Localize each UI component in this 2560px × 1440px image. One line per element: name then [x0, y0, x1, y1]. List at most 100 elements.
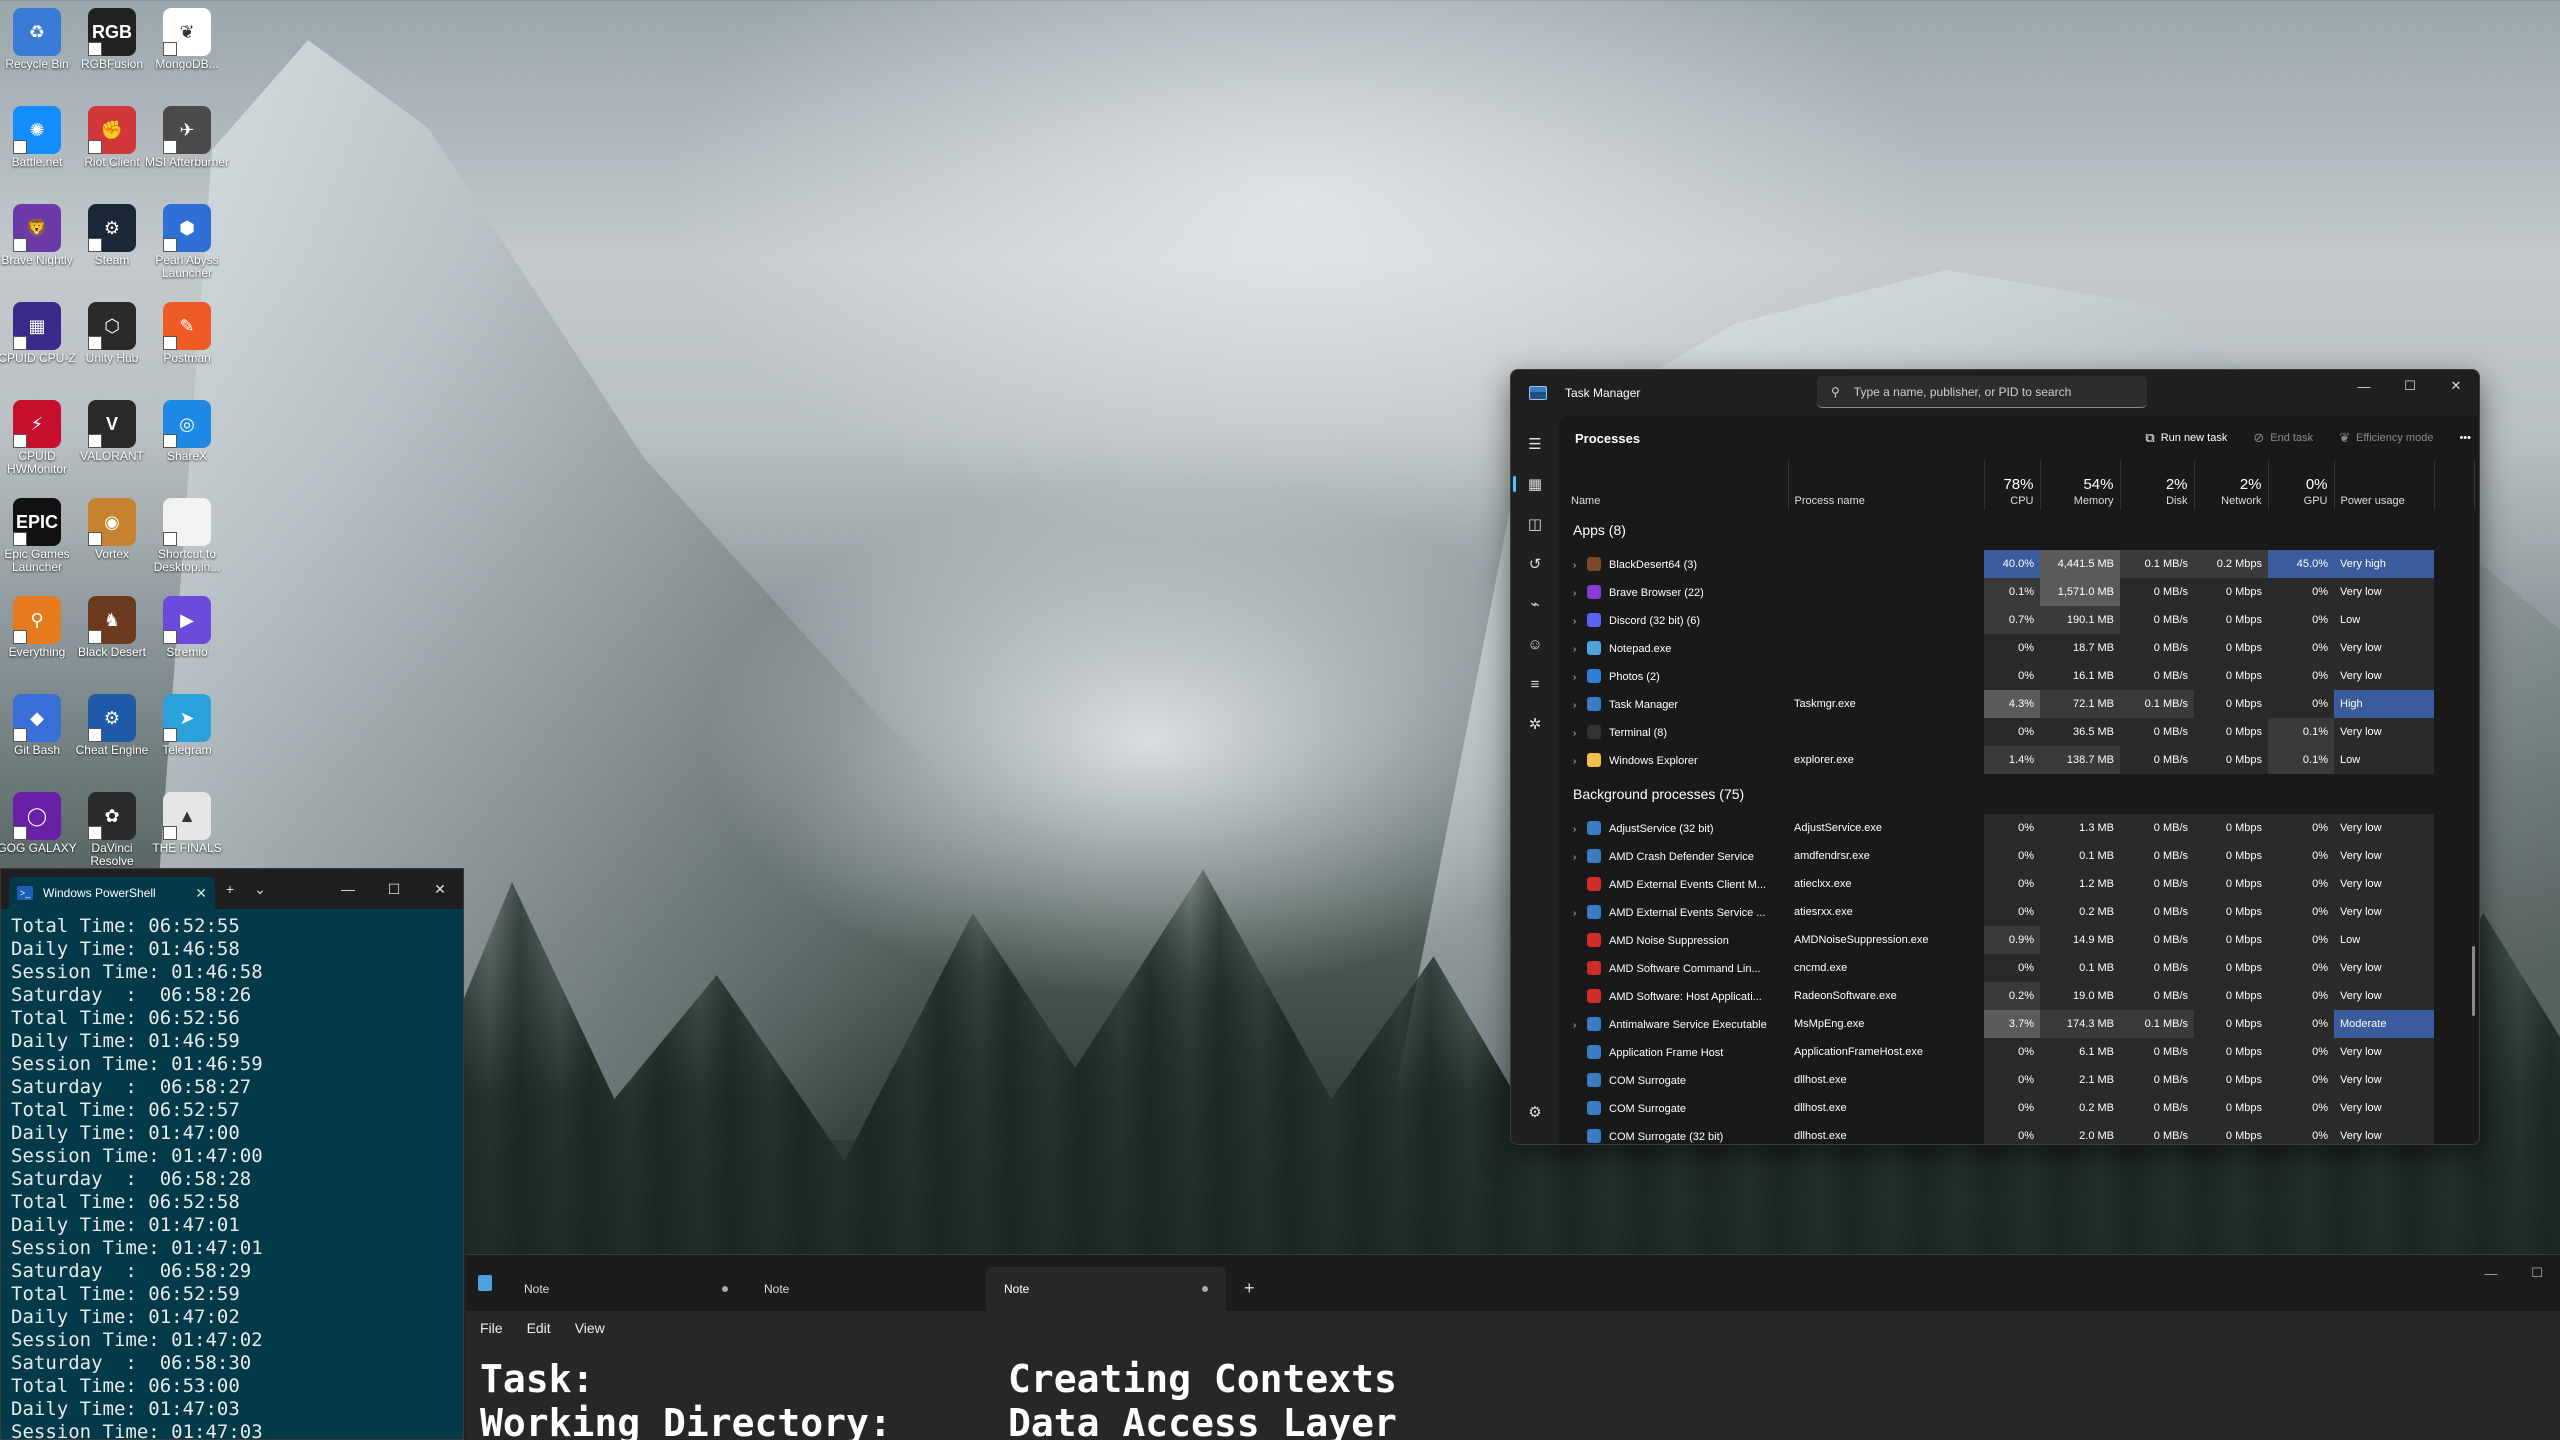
process-row[interactable]: AMD Software: Host Applicati... RadeonSof… — [1565, 982, 2474, 1010]
chevron-right-icon[interactable]: › — [1573, 756, 1587, 767]
startup-apps-icon[interactable]: ⌁ — [1517, 584, 1553, 624]
new-tab-button[interactable]: + — [1226, 1278, 1273, 1311]
chevron-right-icon[interactable]: › — [1573, 616, 1587, 627]
details-icon[interactable]: ≡ — [1517, 664, 1553, 704]
chevron-right-icon[interactable]: › — [1573, 588, 1587, 599]
desktop-shortcut[interactable]: ▶ Stremio — [144, 592, 230, 659]
process-row[interactable]: AMD Noise Suppression AMDNoiseSuppression… — [1565, 926, 2474, 954]
process-row[interactable]: › Photos (2) 0% 16.1 MB 0 MB/s 0 Mbps 0% Very l… — [1565, 662, 2474, 690]
desktop-shortcut[interactable]: ✎ Postman — [144, 298, 230, 365]
chevron-right-icon[interactable]: › — [1573, 1020, 1587, 1031]
powershell-window[interactable]: >_ Windows PowerShell ✕ + ⌄ — ☐ ✕ Total … — [0, 868, 464, 1440]
maximize-button[interactable]: ☐ — [2387, 370, 2433, 402]
process-row[interactable]: COM Surrogate (32 bit) dllhost.exe 0% 2.0 M… — [1565, 1122, 2474, 1144]
chevron-right-icon[interactable]: › — [1573, 560, 1587, 571]
close-tab-icon[interactable]: ✕ — [195, 885, 207, 902]
task-manager-titlebar[interactable]: Task Manager ⚲ Type a name, publisher, o… — [1511, 370, 2479, 416]
desktop-shortcut[interactable]: ⚙ Cheat Engine — [69, 690, 155, 757]
chevron-down-icon[interactable]: ⌄ — [245, 881, 275, 898]
process-row[interactable]: › Discord (32 bit) (6) 0.7% 190.1 MB 0 MB/s 0… — [1565, 606, 2474, 634]
desktop-shortcut[interactable]: ♞ Black Desert — [69, 592, 155, 659]
search-input[interactable]: ⚲ Type a name, publisher, or PID to sear… — [1817, 376, 2147, 408]
menu-edit[interactable]: Edit — [527, 1320, 551, 1336]
desktop-shortcut[interactable]: ♻ Recycle Bin — [0, 4, 80, 71]
maximize-button[interactable]: ☐ — [2514, 1255, 2560, 1291]
process-row[interactable]: AMD Software Command Lin... cncmd.exe 0% 0.… — [1565, 954, 2474, 982]
column-cpu[interactable]: 78% CPU — [1984, 460, 2041, 510]
more-options-icon[interactable]: ••• — [2459, 432, 2471, 444]
desktop-shortcut[interactable]: ✈ MSI Afterburner — [144, 102, 230, 169]
process-row[interactable]: › Windows Explorer explorer.exe 1.4% 138.7 M… — [1565, 746, 2474, 774]
desktop-shortcut[interactable]: 🦁 Brave Nightly — [0, 200, 80, 267]
desktop-shortcut[interactable]: ◎ ShareX — [144, 396, 230, 463]
process-row[interactable]: › AMD External Events Service ... atiesrxx… — [1565, 898, 2474, 926]
menu-file[interactable]: File — [480, 1320, 503, 1336]
desktop-shortcut[interactable]: ✺ Battle.net — [0, 102, 80, 169]
desktop-shortcut[interactable]: ⚲ Everything — [0, 592, 80, 659]
tab-powershell[interactable]: >_ Windows PowerShell ✕ — [9, 877, 215, 909]
minimize-button[interactable]: — — [2341, 370, 2387, 402]
notepad-editor[interactable]: Task: Creating Contexts Working Director… — [466, 1345, 2560, 1440]
efficiency-mode-button[interactable]: ❦ Efficiency mode — [2339, 430, 2433, 446]
chevron-right-icon[interactable]: › — [1573, 672, 1587, 683]
chevron-right-icon[interactable]: › — [1573, 824, 1587, 835]
tab-note-3[interactable]: Note — [986, 1267, 1226, 1311]
app-history-icon[interactable]: ↺ — [1517, 544, 1553, 584]
settings-gear-icon[interactable]: ⚙ — [1517, 1092, 1553, 1132]
process-row[interactable]: › Task Manager Taskmgr.exe 4.3% 72.1 MB 0.1 M… — [1565, 690, 2474, 718]
tab-note-1[interactable]: Note — [506, 1267, 746, 1311]
process-row[interactable]: › Notepad.exe 0% 18.7 MB 0 MB/s 0 Mbps 0% Very … — [1565, 634, 2474, 662]
chevron-right-icon[interactable]: › — [1573, 908, 1587, 919]
desktop-shortcut[interactable]: ✿ DaVinci Resolve — [69, 788, 155, 868]
process-row[interactable]: AMD External Events Client M... atieclxx.… — [1565, 870, 2474, 898]
hamburger-menu-icon[interactable]: ☰ — [1517, 424, 1553, 464]
close-button[interactable]: ✕ — [417, 869, 463, 909]
process-row[interactable]: › AdjustService (32 bit) AdjustService.exe… — [1565, 814, 2474, 842]
desktop-shortcut[interactable]: ➤ Telegram — [144, 690, 230, 757]
performance-icon[interactable]: ◫ — [1517, 504, 1553, 544]
process-row[interactable]: COM Surrogate dllhost.exe 0% 2.1 MB 0 MB/s 0 … — [1565, 1066, 2474, 1094]
run-new-task-button[interactable]: ⧉ Run new task — [2145, 430, 2227, 446]
process-row[interactable]: › AMD Crash Defender Service amdfendrsr.ex… — [1565, 842, 2474, 870]
desktop-shortcut[interactable]: Shortcut to Desktop.in... — [144, 494, 230, 574]
chevron-right-icon[interactable]: › — [1573, 644, 1587, 655]
minimize-button[interactable]: — — [325, 869, 371, 909]
users-icon[interactable]: ☺ — [1517, 624, 1553, 664]
process-row[interactable]: COM Surrogate dllhost.exe 0% 0.2 MB 0 MB/s 0 … — [1565, 1094, 2474, 1122]
process-row[interactable]: › Antimalware Service Executable MsMpEng.e… — [1565, 1010, 2474, 1038]
desktop-shortcut[interactable]: ❦ MongoDB... — [144, 4, 230, 71]
minimize-button[interactable]: — — [2468, 1255, 2514, 1291]
desktop-shortcut[interactable]: ◆ Git Bash — [0, 690, 80, 757]
tab-note-2[interactable]: Note — [746, 1267, 986, 1311]
column-gpu[interactable]: 0% GPU — [2268, 460, 2335, 510]
column-power-usage[interactable]: Power usage — [2334, 460, 2435, 510]
desktop-shortcut[interactable]: EPIC Epic Games Launcher — [0, 494, 80, 574]
column-process-name[interactable]: Process name — [1788, 460, 1985, 510]
process-row[interactable]: › BlackDesert64 (3) 40.0% 4,441.5 MB 0.1 MB/… — [1565, 550, 2474, 578]
process-row[interactable]: › Terminal (8) 0% 36.5 MB 0 MB/s 0 Mbps 0.1% Ve… — [1565, 718, 2474, 746]
column-memory[interactable]: 54% Memory — [2040, 460, 2121, 510]
desktop-shortcut[interactable]: ▦ CPUID CPU-Z — [0, 298, 80, 365]
desktop-shortcut[interactable]: ✊ Riot Client — [69, 102, 155, 169]
terminal-output[interactable]: Total Time: 06:52:55 Daily Time: 01:46:58… — [1, 909, 463, 1440]
chevron-right-icon[interactable]: › — [1573, 700, 1587, 711]
desktop-shortcut[interactable]: ▲ THE FINALS — [144, 788, 230, 855]
column-disk[interactable]: 2% Disk — [2120, 460, 2195, 510]
column-name[interactable]: Name — [1565, 460, 1789, 510]
desktop-shortcut[interactable]: ⬡ Unity Hub — [69, 298, 155, 365]
process-row[interactable]: › Brave Browser (22) 0.1% 1,571.0 MB 0 MB/s 0… — [1565, 578, 2474, 606]
terminal-titlebar[interactable]: >_ Windows PowerShell ✕ + ⌄ — ☐ ✕ — [1, 869, 463, 909]
close-button[interactable]: ✕ — [2433, 370, 2479, 402]
maximize-button[interactable]: ☐ — [371, 869, 417, 909]
scrollbar[interactable] — [2472, 946, 2475, 1016]
column-network[interactable]: 2% Network — [2194, 460, 2269, 510]
desktop-shortcut[interactable]: ⚙ Steam — [69, 200, 155, 267]
notepad-window[interactable]: Note Note Note + — ☐ File Edit View Task… — [466, 1254, 2560, 1440]
processes-icon[interactable]: ▦ — [1513, 464, 1553, 504]
chevron-right-icon[interactable]: › — [1573, 852, 1587, 863]
services-icon[interactable]: ✲ — [1517, 704, 1553, 744]
desktop-shortcut[interactable]: ◯ GOG GALAXY — [0, 788, 80, 855]
desktop-shortcut[interactable]: ⚡ CPUID HWMonitor — [0, 396, 80, 476]
process-row[interactable]: Application Frame Host ApplicationFrameHo… — [1565, 1038, 2474, 1066]
desktop-shortcut[interactable]: ◉ Vortex — [69, 494, 155, 561]
